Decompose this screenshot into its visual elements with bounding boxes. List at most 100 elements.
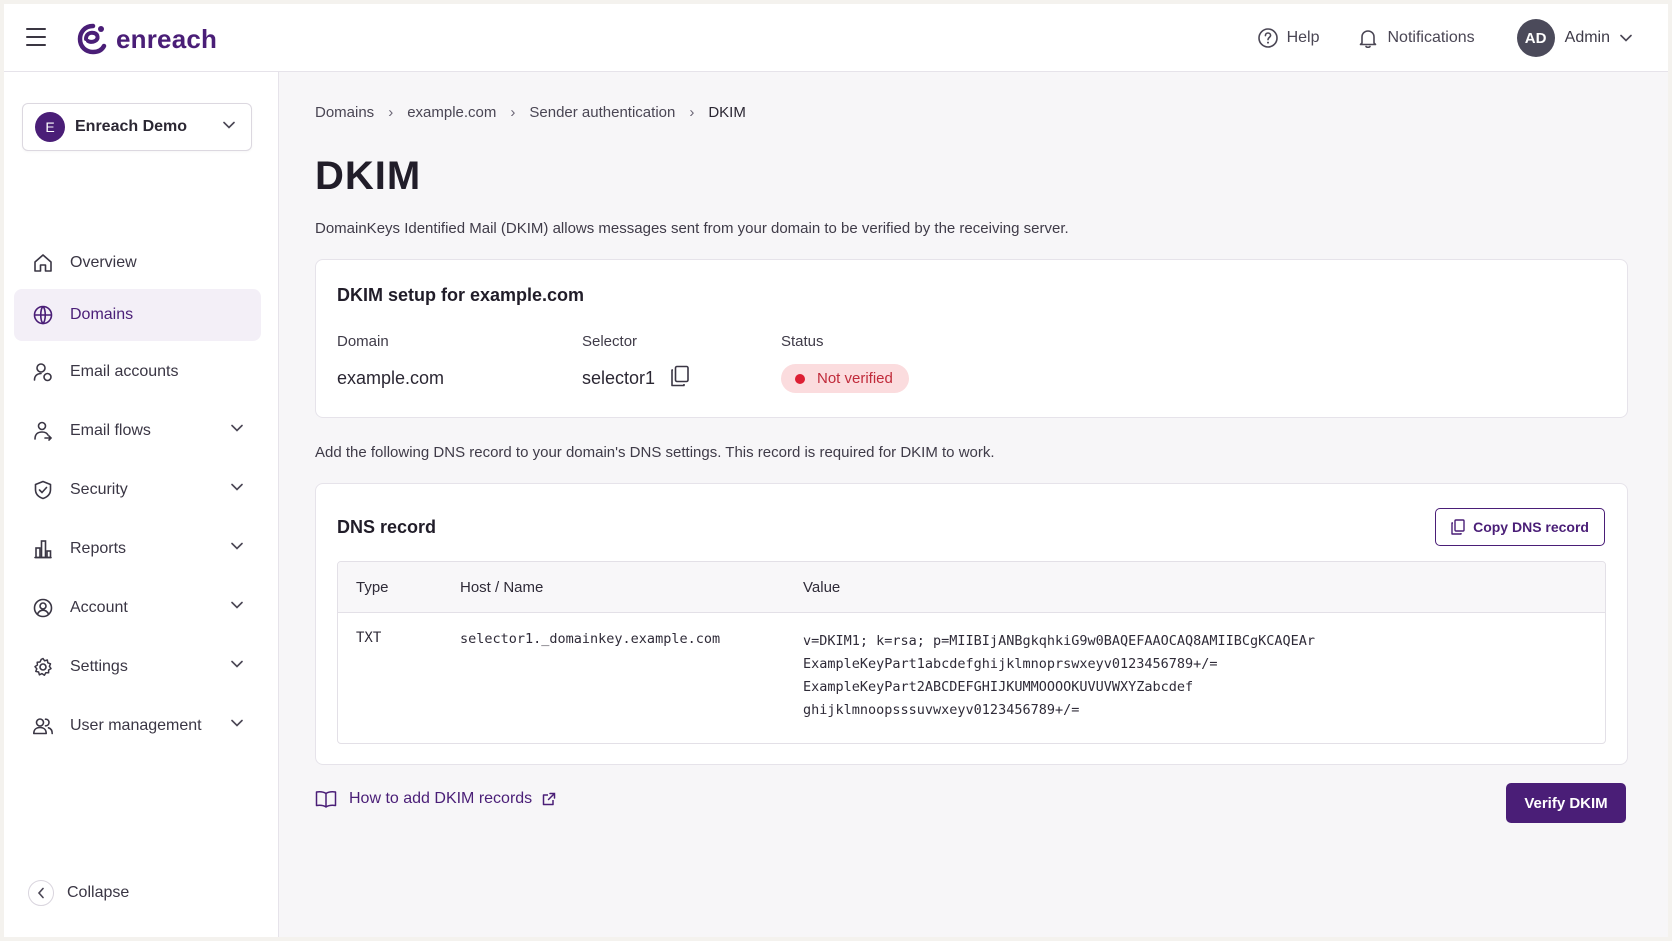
breadcrumb-domain[interactable]: example.com — [407, 104, 496, 121]
verify-dkim-button[interactable]: Verify DKIM — [1506, 783, 1626, 823]
sidebar-item-settings[interactable]: Settings — [14, 641, 261, 693]
dkim-help-label: How to add DKIM records — [349, 790, 533, 807]
sidebar-item-label: Reports — [70, 540, 127, 557]
domain-label: Domain — [337, 333, 389, 350]
help-button[interactable]: Help — [1257, 27, 1320, 49]
copy-icon — [1451, 519, 1465, 535]
dkim-setup-card: DKIM setup for example.com Domain exampl… — [315, 259, 1628, 418]
bar-chart-icon — [32, 538, 54, 560]
chevron-down-icon — [231, 424, 243, 432]
main-content: Domains › example.com › Sender authentic… — [315, 72, 1628, 937]
domain-value: example.com — [337, 368, 445, 388]
sidebar-item-account[interactable]: Account — [14, 582, 261, 634]
workspace-name: Enreach Demo — [75, 118, 188, 135]
home-icon — [32, 252, 54, 274]
dns-record-card: DNS record Copy DNS record Type Host / N… — [315, 483, 1628, 765]
chevron-left-icon — [28, 880, 54, 906]
shield-icon — [32, 479, 54, 501]
collapse-label: Collapse — [67, 884, 130, 901]
chevron-down-icon — [231, 601, 243, 609]
chevron-down-icon — [223, 121, 235, 129]
record-value[interactable]: v=DKIM1; k=rsa; p=MIIBIjANBgkqhkiG9w0BAQ… — [803, 630, 1315, 722]
sidebar-item-email-flows[interactable]: Email flows — [14, 405, 261, 457]
chevron-down-icon — [231, 483, 243, 491]
sidebar: E Enreach Demo Overview Domains Email ac… — [4, 72, 279, 937]
sidebar-item-label: Email flows — [70, 422, 151, 439]
breadcrumb-separator-icon: › — [510, 104, 516, 121]
record-value-line: ghijklmnoopsssuvwxeyv0123456789+/= — [803, 702, 1080, 718]
selector-value: selector1 — [582, 368, 656, 388]
sidebar-item-label: Security — [70, 481, 128, 498]
menu-icon[interactable] — [26, 28, 50, 48]
bell-icon — [1360, 30, 1377, 49]
breadcrumb-sender-authentication[interactable]: Sender authentication — [529, 104, 675, 121]
notifications-button[interactable]: Notifications — [1357, 27, 1475, 49]
status-dot-icon — [795, 373, 805, 384]
dns-record-table: Type Host / Name Value TXT selector1._do… — [337, 561, 1606, 744]
book-icon — [315, 791, 337, 808]
sidebar-item-label: User management — [70, 717, 202, 734]
selector-label: Selector — [582, 333, 638, 350]
help-label: Help — [1286, 29, 1320, 46]
breadcrumb-current: DKIM — [708, 104, 746, 121]
breadcrumb: Domains › example.com › Sender authentic… — [315, 104, 746, 121]
logo[interactable]: enreach — [76, 22, 217, 56]
copy-dns-record-button[interactable]: Copy DNS record — [1435, 508, 1605, 546]
dns-intro-text: Add the following DNS record to your dom… — [315, 444, 995, 461]
table-header: Type Host / Name Value — [338, 562, 1605, 613]
users-icon — [32, 715, 54, 737]
top-bar: enreach Help Notifications AD Admin — [4, 4, 1668, 72]
dkim-help-link[interactable]: How to add DKIM records — [315, 790, 556, 808]
notifications-label: Notifications — [1387, 29, 1475, 46]
column-header-host: Host / Name — [460, 579, 544, 596]
workspace-badge: E — [35, 112, 65, 142]
enreach-logo-icon — [77, 23, 107, 55]
chevron-down-icon — [231, 542, 243, 550]
breadcrumb-separator-icon: › — [689, 104, 695, 121]
record-host[interactable]: selector1._domainkey.example.com — [460, 631, 720, 647]
sidebar-item-label: Overview — [70, 254, 137, 271]
help-icon — [1257, 28, 1278, 48]
user-mail-icon — [32, 361, 54, 383]
sidebar-item-label: Settings — [70, 658, 128, 675]
sidebar-item-overview[interactable]: Overview — [14, 237, 261, 289]
record-value-line: ExampleKeyPart2ABCDEFGHIJKUMMOOOOKUVUVWX… — [803, 679, 1194, 695]
column-header-value: Value — [803, 579, 841, 596]
record-value-line: v=DKIM1; k=rsa; p=MIIBIjANBgkqhkiG9w0BAQ… — [803, 633, 1316, 649]
sidebar-item-user-management[interactable]: User management — [14, 700, 261, 752]
breadcrumb-domains[interactable]: Domains — [315, 104, 374, 121]
chevron-down-icon — [231, 660, 243, 668]
user-name[interactable]: Admin — [1565, 29, 1610, 47]
sidebar-item-label: Domains — [70, 306, 134, 323]
flow-icon — [32, 420, 54, 442]
page-description: DomainKeys Identified Mail (DKIM) allows… — [315, 220, 1069, 237]
dns-record-title: DNS record — [337, 517, 437, 537]
globe-icon — [32, 304, 54, 326]
record-value-line: ExampleKeyPart1abcdefghijklmnoprswxeyv01… — [803, 656, 1218, 672]
gear-icon — [32, 656, 54, 678]
collapse-button[interactable]: Collapse — [28, 880, 129, 906]
copy-icon[interactable] — [670, 365, 690, 387]
chevron-down-icon — [231, 719, 243, 727]
status-text: Not verified — [817, 370, 893, 387]
sidebar-item-label: Account — [70, 599, 128, 616]
sidebar-item-reports[interactable]: Reports — [14, 523, 261, 575]
app-window: enreach Help Notifications AD Admin E En… — [4, 4, 1668, 937]
workspace-selector[interactable]: E Enreach Demo — [22, 103, 252, 151]
sidebar-item-domains[interactable]: Domains — [14, 289, 261, 341]
avatar[interactable]: AD — [1516, 19, 1555, 57]
user-circle-icon — [32, 597, 54, 619]
column-header-type: Type — [356, 579, 389, 596]
sidebar-item-label: Email accounts — [70, 363, 179, 380]
external-link-icon — [542, 792, 556, 806]
status-label: Status — [781, 333, 824, 350]
record-type: TXT — [356, 630, 382, 646]
status-badge: Not verified — [781, 364, 909, 393]
sidebar-item-email-accounts[interactable]: Email accounts — [14, 346, 261, 398]
setup-title: DKIM setup for example.com — [337, 285, 585, 305]
page-title: DKIM — [315, 154, 422, 198]
sidebar-item-security[interactable]: Security — [14, 464, 261, 516]
copy-dns-record-label: Copy DNS record — [1473, 519, 1589, 535]
breadcrumb-separator-icon: › — [388, 104, 394, 121]
chevron-down-icon[interactable] — [1620, 34, 1632, 42]
